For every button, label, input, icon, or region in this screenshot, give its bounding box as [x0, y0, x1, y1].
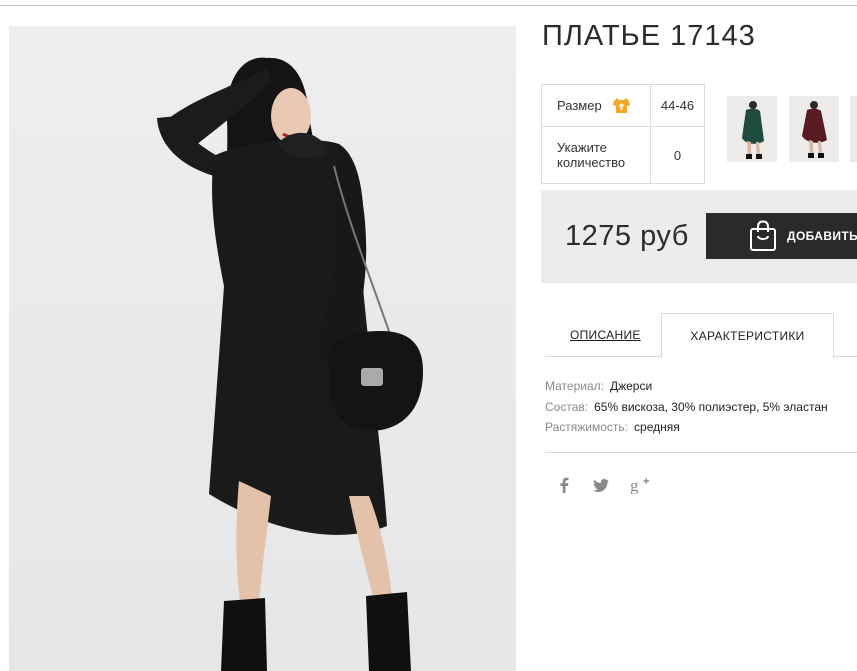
- thumbnail-green[interactable]: [727, 96, 777, 162]
- thumbnail-burgundy[interactable]: [789, 96, 839, 162]
- shopping-bag-icon: [749, 220, 777, 252]
- add-to-cart-button[interactable]: ДОБАВИТЬ: [706, 213, 857, 259]
- specs-list: Материал: Джерси Состав: 65% вискоза, 30% …: [545, 376, 828, 438]
- spec-row: Состав: 65% вискоза, 30% полиэстер, 5% эл…: [545, 399, 828, 414]
- size-chart-icon[interactable]: [612, 97, 631, 114]
- svg-text:g: g: [630, 476, 639, 494]
- product-title: ПЛАТЬЕ 17143: [542, 20, 756, 52]
- price: 1275 руб: [565, 220, 689, 252]
- product-photo[interactable]: [9, 26, 516, 671]
- top-divider: [0, 5, 857, 6]
- add-to-cart-label: ДОБАВИТЬ: [787, 229, 857, 243]
- google-plus-icon[interactable]: g: [630, 474, 650, 496]
- twitter-icon[interactable]: [593, 474, 609, 496]
- purchase-box: 1275 руб ДОБАВИТЬ: [541, 190, 857, 283]
- spec-row: Материал: Джерси: [545, 379, 653, 393]
- quantity-label: Укажите количество: [541, 126, 651, 184]
- quantity-input[interactable]: 0: [650, 126, 705, 184]
- social-divider: [545, 452, 857, 453]
- tab-description[interactable]: ОПИСАНИЕ: [570, 328, 641, 342]
- options-table: Размер 44-46 Укажите количество 0: [541, 84, 705, 184]
- facebook-icon[interactable]: [559, 474, 569, 496]
- thumbnail-partial[interactable]: [850, 96, 857, 162]
- size-label: Размер: [557, 98, 602, 113]
- spec-row: Растяжимость: средняя: [545, 420, 680, 434]
- tab-characteristics[interactable]: ХАРАКТЕРИСТИКИ: [661, 313, 834, 358]
- size-label-cell: Размер: [541, 84, 651, 127]
- size-select[interactable]: 44-46: [650, 84, 705, 127]
- model-illustration: [9, 26, 516, 671]
